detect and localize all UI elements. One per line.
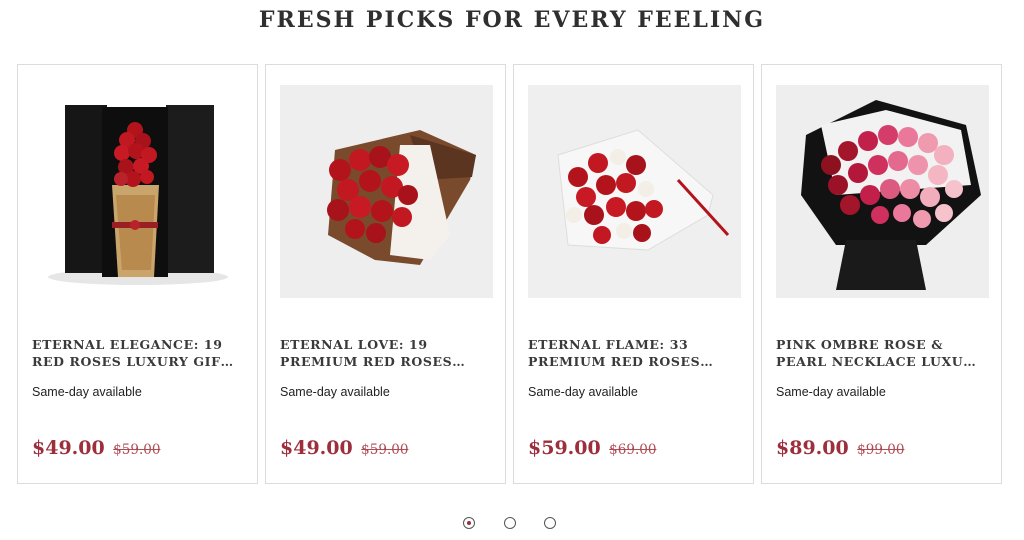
compare-at-price: $59.00 bbox=[361, 442, 409, 458]
carousel-dot-3[interactable] bbox=[544, 517, 556, 529]
availability-label: Same-day available bbox=[776, 385, 886, 399]
sale-price: $59.00 bbox=[528, 437, 601, 459]
product-image[interactable] bbox=[32, 85, 245, 298]
product-card[interactable]: ETERNAL LOVE: 19 PREMIUM RED ROSES BOUQU… bbox=[265, 64, 506, 484]
product-image[interactable] bbox=[280, 85, 493, 298]
carousel-dot-2[interactable] bbox=[504, 517, 516, 529]
product-title[interactable]: ETERNAL ELEGANCE: 19 RED ROSES LUXURY GI… bbox=[32, 336, 242, 370]
compare-at-price: $99.00 bbox=[857, 442, 905, 458]
product-title[interactable]: ETERNAL FLAME: 33 PREMIUM RED ROSES CLAS… bbox=[528, 336, 738, 370]
product-carousel: ETERNAL ELEGANCE: 19 RED ROSES LUXURY GI… bbox=[17, 64, 1005, 486]
product-title[interactable]: ETERNAL LOVE: 19 PREMIUM RED ROSES BOUQU… bbox=[280, 336, 490, 370]
product-title[interactable]: PINK OMBRE ROSE & PEARL NECKLACE LUXURY … bbox=[776, 336, 986, 370]
availability-label: Same-day available bbox=[280, 385, 390, 399]
price-row: $49.00 $59.00 bbox=[280, 437, 408, 459]
sale-price: $89.00 bbox=[776, 437, 849, 459]
availability-label: Same-day available bbox=[32, 385, 142, 399]
product-card[interactable]: ETERNAL FLAME: 33 PREMIUM RED ROSES CLAS… bbox=[513, 64, 754, 484]
pink-ombre-roses-black-wrap-image bbox=[776, 85, 989, 298]
sale-price: $49.00 bbox=[280, 437, 353, 459]
carousel-dot-1-active[interactable] bbox=[463, 517, 475, 529]
availability-label: Same-day available bbox=[528, 385, 638, 399]
red-roses-gift-box-image bbox=[32, 85, 245, 298]
compare-at-price: $59.00 bbox=[113, 442, 161, 458]
section-title: FRESH PICKS FOR EVERY FEELING bbox=[258, 7, 766, 33]
product-image[interactable] bbox=[528, 85, 741, 298]
product-card[interactable]: ETERNAL ELEGANCE: 19 RED ROSES LUXURY GI… bbox=[17, 64, 258, 484]
product-image[interactable] bbox=[776, 85, 989, 298]
product-card[interactable]: PINK OMBRE ROSE & PEARL NECKLACE LUXURY … bbox=[761, 64, 1002, 484]
carousel-pagination bbox=[462, 517, 562, 533]
price-row: $59.00 $69.00 bbox=[528, 437, 656, 459]
red-roses-brown-wrap-image bbox=[280, 85, 493, 298]
compare-at-price: $69.00 bbox=[609, 442, 657, 458]
price-row: $89.00 $99.00 bbox=[776, 437, 904, 459]
red-white-roses-bouquet-image bbox=[528, 85, 741, 298]
sale-price: $49.00 bbox=[32, 437, 105, 459]
price-row: $49.00 $59.00 bbox=[32, 437, 160, 459]
